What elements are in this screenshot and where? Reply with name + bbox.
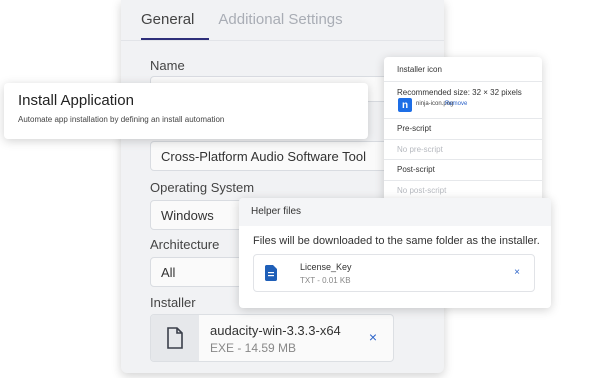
divider [384, 81, 542, 82]
ninja-icon: n [398, 98, 412, 112]
app-name-field[interactable]: Cross-Platform Audio Software Tool [150, 141, 394, 171]
tab-general[interactable]: General [141, 10, 194, 40]
install-subtitle: Automate app installation by defining an… [18, 115, 225, 124]
remove-icon-link[interactable]: Remove [445, 101, 467, 107]
name-label: Name [150, 58, 185, 73]
divider [384, 118, 542, 119]
installer-icon-panel: Installer icon Recommended size: 32 × 32… [384, 57, 542, 203]
os-label: Operating System [150, 180, 255, 195]
installer-label: Installer [150, 295, 196, 310]
helper-files-description: Files will be downloaded to the same fol… [253, 235, 540, 247]
document-icon [265, 265, 277, 286]
helper-file-card: License_Key TXT - 0.01 KB × [253, 254, 535, 292]
installer-icon-heading: Installer icon [397, 65, 442, 74]
architecture-label: Architecture [150, 237, 220, 252]
divider [384, 139, 542, 140]
post-script-heading: Post-script [397, 165, 435, 174]
installer-file-card: audacity-win-3.3.3-x64 EXE - 14.59 MB × [150, 314, 394, 362]
helper-files-heading: Helper files [239, 198, 551, 226]
pre-script-heading: Pre-script [397, 124, 432, 133]
install-title: Install Application [18, 92, 134, 109]
remove-helper-file-icon[interactable]: × [514, 267, 520, 278]
divider [384, 159, 542, 160]
file-icon [151, 315, 199, 361]
install-application-card: Install Application Automate app install… [4, 83, 368, 139]
pre-script-value: No pre-script [397, 145, 443, 154]
helper-files-panel: Helper files Files will be downloaded to… [239, 198, 551, 308]
installer-file-meta: EXE - 14.59 MB [210, 341, 297, 355]
helper-file-meta: TXT - 0.01 KB [300, 276, 351, 285]
recommended-size-text: Recommended size: 32 × 32 pixels [397, 88, 522, 97]
tab-bar: General Additional Settings [141, 10, 367, 40]
post-script-value: No post-script [397, 186, 447, 195]
tabs-divider [121, 40, 444, 41]
installer-file-name: audacity-win-3.3.3-x64 [210, 323, 341, 338]
remove-installer-icon[interactable]: × [369, 329, 377, 345]
divider [384, 180, 542, 181]
tab-additional-settings[interactable]: Additional Settings [218, 10, 342, 40]
helper-file-name: License_Key [300, 262, 352, 272]
